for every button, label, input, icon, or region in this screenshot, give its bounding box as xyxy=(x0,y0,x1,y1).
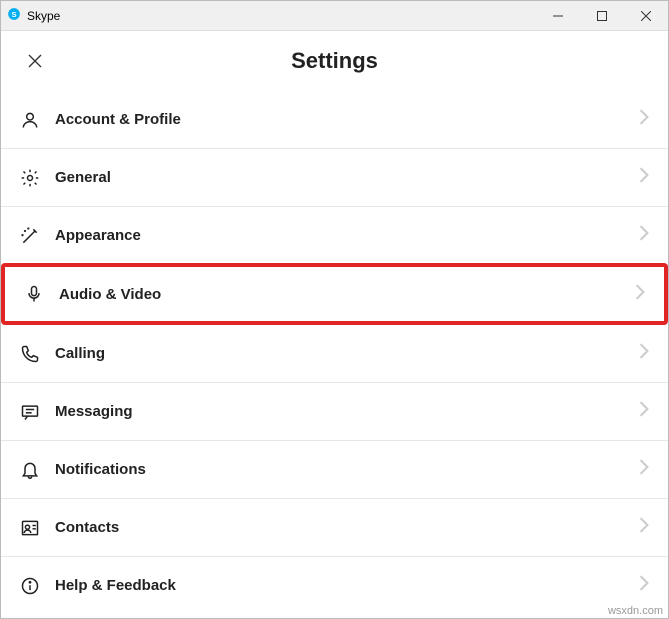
chevron-right-icon xyxy=(638,343,650,364)
settings-item-label: Messaging xyxy=(55,403,638,420)
svg-text:S: S xyxy=(11,10,16,19)
settings-item-general[interactable]: General xyxy=(1,149,668,207)
window-title: Skype xyxy=(27,9,60,23)
chevron-right-icon xyxy=(638,459,650,480)
maximize-button[interactable] xyxy=(580,1,624,30)
gear-icon xyxy=(19,167,41,189)
chevron-right-icon xyxy=(638,167,650,188)
bell-icon xyxy=(19,459,41,481)
settings-list: Account & Profile General Appearance Aud… xyxy=(1,91,668,604)
settings-item-help-feedback[interactable]: Help & Feedback xyxy=(1,557,668,604)
minimize-button[interactable] xyxy=(536,1,580,30)
settings-item-calling[interactable]: Calling xyxy=(1,325,668,383)
message-icon xyxy=(19,401,41,423)
chevron-right-icon xyxy=(638,575,650,596)
settings-item-label: Audio & Video xyxy=(59,286,634,303)
titlebar: S Skype xyxy=(1,1,668,31)
settings-item-messaging[interactable]: Messaging xyxy=(1,383,668,441)
settings-item-notifications[interactable]: Notifications xyxy=(1,441,668,499)
watermark: wsxdn.com xyxy=(608,605,663,617)
chevron-right-icon xyxy=(638,401,650,422)
page-title: Settings xyxy=(291,48,378,74)
settings-item-contacts[interactable]: Contacts xyxy=(1,499,668,557)
settings-item-appearance[interactable]: Appearance xyxy=(1,207,668,265)
settings-item-label: Calling xyxy=(55,345,638,362)
settings-item-label: General xyxy=(55,169,638,186)
close-settings-button[interactable] xyxy=(25,51,45,71)
info-icon xyxy=(19,575,41,597)
wand-icon xyxy=(19,225,41,247)
settings-header: Settings xyxy=(1,31,668,91)
contacts-icon xyxy=(19,517,41,539)
phone-icon xyxy=(19,343,41,365)
window-close-button[interactable] xyxy=(624,1,668,30)
settings-item-label: Help & Feedback xyxy=(55,577,638,594)
chevron-right-icon xyxy=(634,284,646,305)
chevron-right-icon xyxy=(638,225,650,246)
skype-logo-icon: S xyxy=(7,7,21,24)
settings-item-audio-video[interactable]: Audio & Video xyxy=(1,263,668,325)
settings-item-label: Contacts xyxy=(55,519,638,536)
person-icon xyxy=(19,109,41,131)
settings-item-account-profile[interactable]: Account & Profile xyxy=(1,91,668,149)
chevron-right-icon xyxy=(638,517,650,538)
microphone-icon xyxy=(23,283,45,305)
settings-item-label: Appearance xyxy=(55,227,638,244)
settings-item-label: Account & Profile xyxy=(55,111,638,128)
chevron-right-icon xyxy=(638,109,650,130)
settings-item-label: Notifications xyxy=(55,461,638,478)
